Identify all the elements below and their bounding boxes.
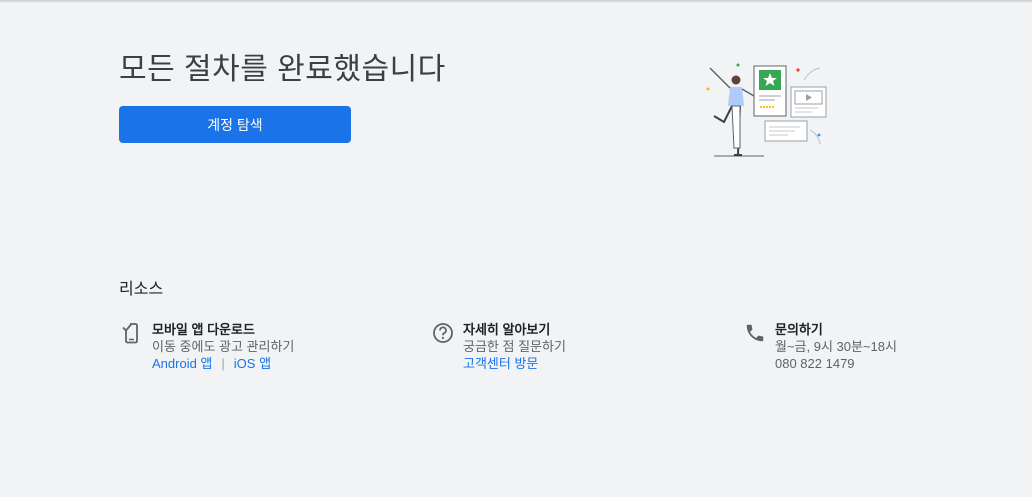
mobile-links: Android 앱 | iOS 앱 — [152, 355, 294, 373]
top-divider — [0, 0, 1032, 3]
explore-account-button[interactable]: 계정 탐색 — [119, 106, 351, 143]
resource-mobile-app: 모바일 앱 다운로드 이동 중에도 광고 관리하기 Android 앱 | iOS … — [121, 321, 294, 373]
resource-mobile-text: 모바일 앱 다운로드 이동 중에도 광고 관리하기 Android 앱 | iOS … — [152, 321, 294, 373]
contact-phone-number: 080 822 1479 — [775, 356, 855, 371]
ios-app-link[interactable]: iOS 앱 — [234, 356, 271, 371]
resources-heading: 리소스 — [119, 281, 164, 298]
page-title: 모든 절차를 완료했습니다 — [119, 53, 446, 86]
celebration-illustration — [706, 63, 827, 157]
android-app-link[interactable]: Android 앱 — [152, 356, 212, 371]
learn-description: 궁금한 점 질문하기 — [463, 339, 566, 354]
contact-hours: 월~금, 9시 30분~18시 — [775, 339, 897, 354]
resource-contact: 문의하기 월~금, 9시 30분~18시 080 822 1479 — [744, 321, 897, 372]
learn-links: 고객센터 방문 — [463, 355, 566, 373]
resource-learn-more: 자세히 알아보기 궁금한 점 질문하기 고객센터 방문 — [432, 321, 566, 373]
mobile-description: 이동 중에도 광고 관리하기 — [152, 339, 295, 354]
phone-download-icon — [122, 323, 138, 344]
phone-icon — [746, 324, 764, 342]
link-separator: | — [221, 356, 225, 371]
contact-title: 문의하기 — [775, 322, 823, 337]
resource-learn-text: 자세히 알아보기 궁금한 점 질문하기 고객센터 방문 — [463, 321, 566, 373]
resource-contact-text: 문의하기 월~금, 9시 30분~18시 080 822 1479 — [775, 321, 897, 372]
mobile-title: 모바일 앱 다운로드 — [152, 322, 255, 337]
help-center-link[interactable]: 고객센터 방문 — [463, 356, 538, 371]
learn-title: 자세히 알아보기 — [463, 322, 551, 337]
help-circle-icon — [433, 323, 453, 343]
